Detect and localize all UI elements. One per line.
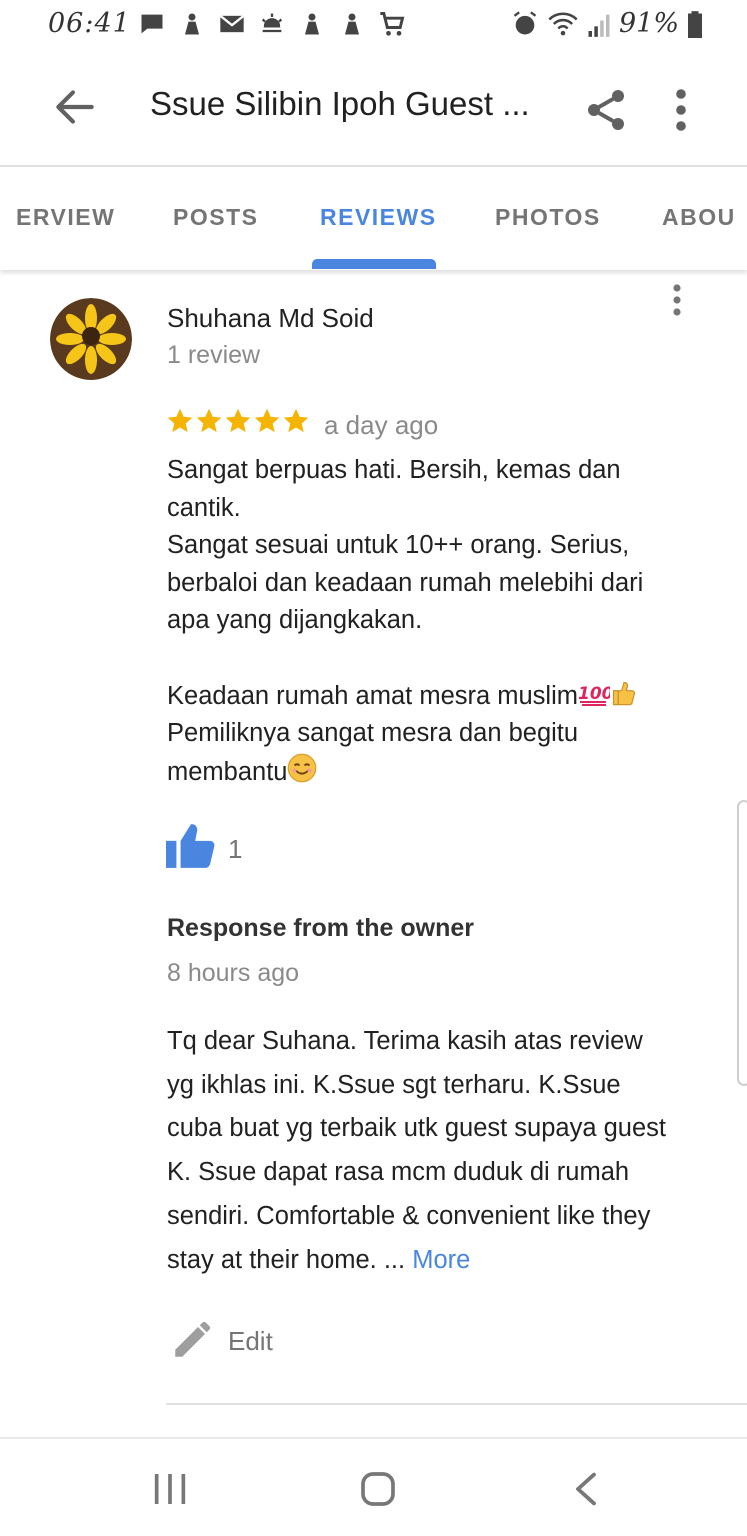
star-icon	[283, 408, 309, 433]
page-title: Ssue Silibin Ipoh Guest ...	[150, 85, 530, 122]
mail-icon	[219, 14, 245, 33]
share-icon[interactable]	[582, 86, 630, 134]
reviewer-name[interactable]: Shuhana Md Soid	[167, 303, 374, 334]
smiling-face-emoji-icon	[288, 753, 317, 783]
message-icon	[141, 14, 163, 34]
review-line: berbaloi dan keadaan rumah melebihi dari	[167, 568, 644, 597]
review-line: Pemiliknya sangat mesra dan begitu	[167, 719, 579, 748]
like-count: 1	[228, 834, 243, 864]
more-link[interactable]: More	[412, 1246, 470, 1274]
owner-response-line: stay at their home. ...	[167, 1245, 413, 1274]
notification-app-icon-3	[345, 13, 359, 35]
review-more-icon[interactable]	[664, 282, 690, 318]
pencil-icon	[175, 1321, 211, 1357]
review-line-with-emoji: membantu	[167, 753, 707, 792]
owner-response-heading: Response from the owner	[167, 914, 474, 942]
review-line-text: membantu	[167, 757, 288, 786]
star-rating	[166, 406, 310, 436]
review-line-text: Keadaan rumah amat mesra muslim	[167, 681, 579, 710]
notification-app-icon	[185, 13, 199, 35]
tab-overview[interactable]: ERVIEW	[16, 204, 115, 231]
owner-response-line: K. Ssue dapat rasa mcm duduk di rumah	[167, 1158, 630, 1187]
tab-bar: ERVIEW POSTS REVIEWS PHOTOS ABOU	[0, 168, 747, 270]
alarm-icon	[513, 10, 537, 34]
thumbs-up-emoji-icon	[612, 681, 636, 705]
battery-percentage: 91%	[618, 8, 679, 39]
star-icon	[254, 408, 280, 433]
review-line-with-emoji: Keadaan rumah amat mesra muslim 100	[167, 678, 707, 716]
tab-reviews[interactable]: REVIEWS	[320, 204, 437, 231]
system-navigation-bar	[0, 1437, 747, 1536]
scroll-handle[interactable]	[737, 800, 747, 1086]
recent-apps-icon[interactable]	[150, 1469, 190, 1509]
battery-icon	[688, 10, 702, 38]
status-bar: 06:41 91%	[0, 0, 747, 52]
status-time: 06:41	[48, 8, 131, 39]
review-line: apa yang dijangkakan.	[167, 606, 423, 635]
signal-icon	[588, 14, 610, 37]
more-vert-icon[interactable]	[664, 86, 698, 134]
review-date: a day ago	[324, 410, 439, 440]
tab-posts[interactable]: POSTS	[173, 204, 258, 231]
reviewer-review-count: 1 review	[167, 341, 261, 369]
owner-response-line: sendiri. Comfortable & convenient like t…	[167, 1201, 651, 1230]
notification-app-icon-2	[305, 13, 319, 35]
weather-icon	[261, 13, 283, 33]
back-arrow-icon[interactable]	[50, 82, 100, 132]
owner-response-last-line: stay at their home. ... More	[167, 1239, 707, 1283]
owner-response-date: 8 hours ago	[167, 959, 300, 987]
nav-back-icon[interactable]	[570, 1469, 602, 1509]
edit-button[interactable]: Edit	[170, 1320, 273, 1362]
shopping-cart-icon	[380, 12, 405, 36]
review-divider	[166, 1403, 747, 1405]
star-icon	[196, 408, 222, 433]
owner-response-line: Tq dear Suhana. Terima kasih atas review	[167, 1027, 643, 1055]
notification-icons	[138, 10, 406, 38]
app-bar: Ssue Silibin Ipoh Guest ...	[0, 52, 747, 167]
avatar[interactable]	[50, 298, 132, 380]
tab-about[interactable]: ABOU	[662, 204, 736, 231]
owner-response-line: yg ikhlas ini. K.Ssue sgt terharu. K.Ssu…	[167, 1070, 621, 1099]
thumbs-up-icon[interactable]	[166, 822, 216, 868]
star-icon	[167, 408, 193, 433]
review-blank-line	[167, 640, 707, 678]
system-icons: 91%	[511, 8, 703, 39]
tab-photos[interactable]: PHOTOS	[495, 204, 601, 231]
wifi-icon	[548, 12, 578, 35]
review-line: Sangat berpuas hati. Bersih, kemas dan	[167, 456, 621, 484]
review-text: Sangat berpuas hati. Bersih, kemas dan c…	[167, 452, 707, 791]
home-icon[interactable]	[358, 1469, 398, 1509]
active-tab-indicator	[312, 259, 436, 269]
edit-label: Edit	[228, 1325, 273, 1356]
star-icon	[225, 408, 251, 433]
owner-response-text: Tq dear Suhana. Terima kasih atas review…	[167, 1020, 707, 1282]
hundred-points-emoji-icon: 100	[578, 684, 610, 706]
review-line: Sangat sesuai untuk 10++ orang. Serius,	[167, 531, 630, 560]
owner-response-line: cuba buat yg terbaik utk guest supaya gu…	[167, 1114, 666, 1143]
review-line: cantik.	[167, 493, 241, 522]
